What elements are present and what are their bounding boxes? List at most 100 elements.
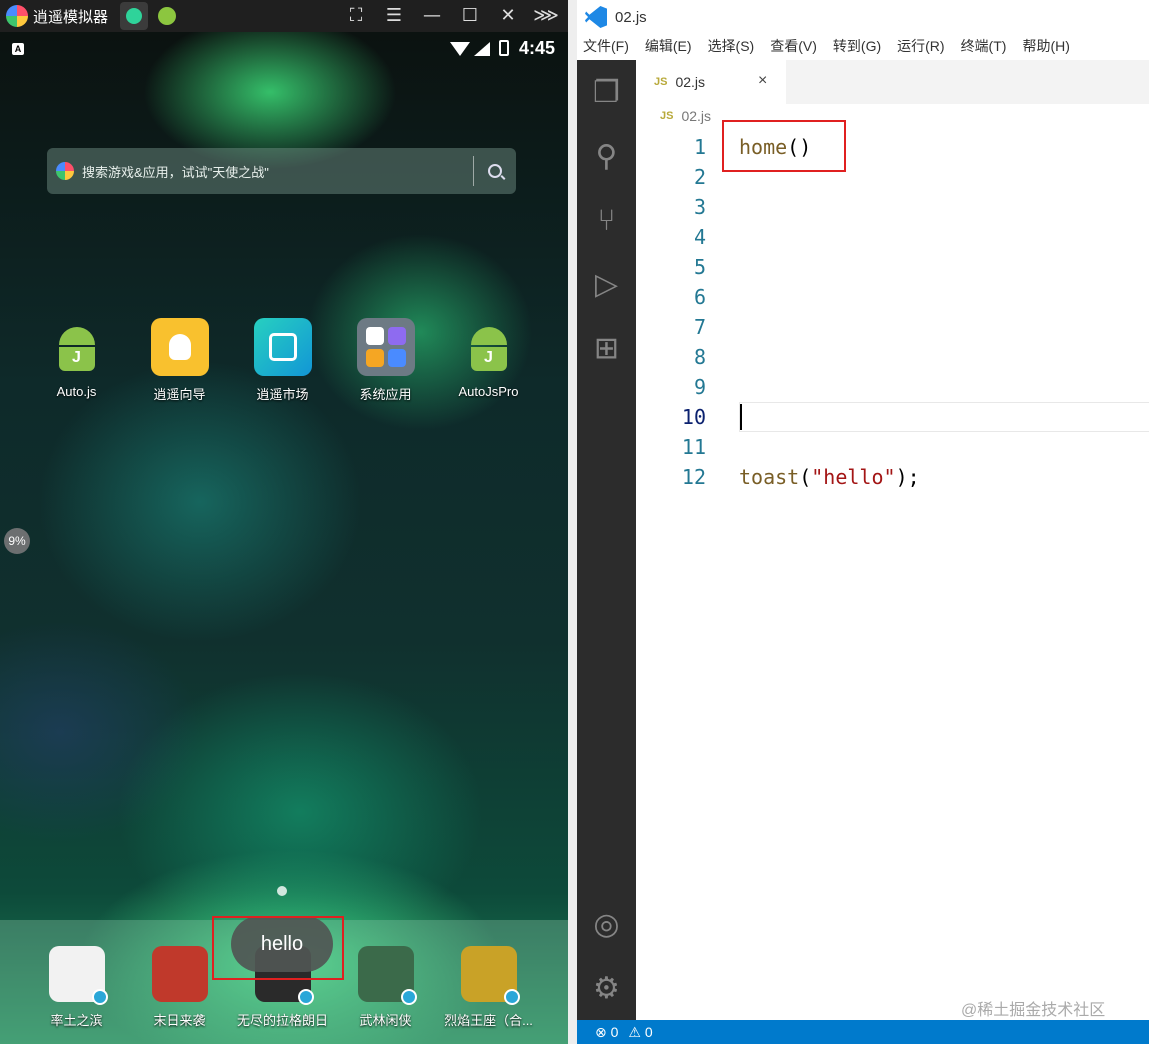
dock-label: 烈焰王座（合...: [444, 1013, 533, 1028]
app-market[interactable]: 逍遥市场: [231, 318, 334, 403]
menu-file[interactable]: 文件(F): [583, 36, 629, 62]
code-line-12: toast("hello");: [739, 465, 920, 489]
floating-progress-bubble[interactable]: 9%: [4, 528, 30, 554]
line-number: 8: [693, 345, 706, 369]
extensions-icon[interactable]: ⊞: [577, 316, 636, 380]
vscode-titlebar: 02.js: [577, 0, 1149, 34]
line-number: 6: [693, 285, 706, 309]
breadcrumb[interactable]: JS 02.js: [660, 108, 711, 124]
editor-tab-bar: JS 02.js ×: [636, 60, 1149, 104]
line-number: 7: [693, 315, 706, 339]
screenshot-root: 逍遥模拟器 ⛶ ☰ — ☐ ✕ ⋙ A 4:45 搜索游戏&应用，试试"天使之战…: [0, 0, 1149, 1044]
maximize-icon[interactable]: ☐: [456, 2, 484, 30]
search-placeholder: 搜索游戏&应用，试试"天使之战": [82, 164, 269, 180]
android-status-bar: A 4:45: [0, 32, 568, 66]
line-number: 11: [681, 435, 706, 459]
emulator-tab-home[interactable]: [120, 2, 149, 30]
dock-app[interactable]: 率土之滨: [25, 920, 128, 1044]
line-number: 2: [693, 165, 706, 189]
dock-app[interactable]: 武林闲侠: [334, 920, 437, 1044]
dock-label: 末日来袭: [153, 1013, 206, 1028]
tab-02js[interactable]: JS 02.js ×: [636, 60, 786, 104]
close-icon[interactable]: ×: [758, 72, 767, 90]
close-icon[interactable]: ✕: [494, 2, 522, 30]
app-autojspro[interactable]: J AutoJsPro: [437, 318, 540, 403]
dock-app[interactable]: 烈焰王座（合...: [437, 920, 540, 1044]
app-label: 系统应用: [359, 387, 412, 402]
emulator-titlebar: 逍遥模拟器 ⛶ ☰ — ☐ ✕ ⋙: [0, 0, 568, 32]
menu-run[interactable]: 运行(R): [897, 36, 944, 62]
game-icon: [357, 946, 417, 1005]
search-divider: [473, 156, 474, 186]
js-file-icon: JS: [654, 76, 668, 88]
search-icon[interactable]: ⚲: [577, 124, 636, 188]
minimize-icon[interactable]: —: [418, 2, 446, 30]
app-tab-icon: [126, 8, 143, 24]
menu-icon[interactable]: ☰: [380, 2, 408, 30]
current-line-highlight: [739, 402, 1149, 432]
search-logo-icon: [56, 162, 74, 180]
app-label: AutoJsPro: [458, 384, 519, 399]
tab-label: 02.js: [675, 74, 706, 90]
battery-icon: [499, 40, 509, 56]
emulator-logo-icon: [6, 5, 28, 27]
emulator-window-controls: ⛶ ☰ — ☐ ✕ ⋙: [342, 0, 560, 32]
vscode-window: 02.js 文件(F) 编辑(E) 选择(S) 查看(V) 转到(G) 运行(R…: [577, 0, 1149, 1044]
dock-label: 武林闲侠: [359, 1013, 412, 1028]
toast-highlight-box: [212, 916, 344, 980]
menu-selection[interactable]: 选择(S): [708, 36, 755, 62]
shopping-bag-icon: [253, 318, 312, 376]
account-icon[interactable]: ◎: [577, 892, 636, 956]
wifi-icon: [450, 42, 470, 56]
app-autojs[interactable]: J Auto.js: [25, 318, 128, 403]
watermark: @稀土掘金技术社区: [961, 1002, 1106, 1019]
line-number: 12: [681, 465, 706, 489]
text-cursor: [740, 404, 742, 430]
home-app-row: J Auto.js 逍遥向导 逍遥市场 系统应用 J AutoJsPro: [25, 318, 545, 403]
android-screen: A 4:45 搜索游戏&应用，试试"天使之战" J Auto.js 逍遥向导 逍…: [0, 32, 568, 1044]
lightbulb-icon: [150, 318, 209, 376]
warning-count[interactable]: ⚠ 0: [628, 1024, 652, 1041]
code-highlight-box: [722, 120, 846, 172]
menu-view[interactable]: 查看(V): [770, 36, 817, 62]
line-number: 3: [693, 195, 706, 219]
app-system-folder[interactable]: 系统应用: [334, 318, 437, 403]
fullscreen-icon[interactable]: ⛶: [342, 2, 370, 30]
emulator-window: 逍遥模拟器 ⛶ ☰ — ☐ ✕ ⋙ A 4:45 搜索游戏&应用，试试"天使之战…: [0, 0, 568, 1044]
expand-sidebar-icon[interactable]: ⋙: [532, 2, 560, 30]
app-label: 逍遥市场: [256, 387, 309, 402]
explorer-icon[interactable]: ❐: [577, 60, 636, 124]
error-count[interactable]: ⊗ 0: [595, 1024, 618, 1041]
settings-gear-icon[interactable]: ⚙: [577, 956, 636, 1020]
line-number: 5: [693, 255, 706, 279]
search-icon[interactable]: [488, 164, 502, 178]
vscode-logo-icon: [585, 6, 607, 28]
window-gap: [568, 0, 577, 1044]
status-bar: ⊗ 0 ⚠ 0: [577, 1020, 1149, 1044]
js-file-icon: JS: [660, 110, 674, 122]
activity-bar: ❐ ⚲ ⑂ ▷ ⊞ ◎ ⚙: [577, 60, 636, 1020]
signal-icon: [474, 42, 490, 56]
app-label: 逍遥向导: [153, 387, 206, 402]
android-icon: J: [48, 318, 106, 376]
status-clock: 4:45: [519, 38, 556, 58]
dock-label: 率土之滨: [50, 1013, 103, 1028]
menu-help[interactable]: 帮助(H): [1022, 36, 1069, 62]
notification-a-icon: A: [12, 43, 24, 55]
source-control-icon[interactable]: ⑂: [577, 188, 636, 252]
page-indicator: [277, 886, 287, 896]
breadcrumb-file: 02.js: [681, 108, 712, 124]
menu-bar: 文件(F) 编辑(E) 选择(S) 查看(V) 转到(G) 运行(R) 终端(T…: [577, 36, 1070, 62]
menu-go[interactable]: 转到(G): [833, 36, 881, 62]
game-icon: [460, 946, 520, 1005]
run-debug-icon[interactable]: ▷: [577, 252, 636, 316]
window-title: 02.js: [615, 8, 647, 26]
app-guide[interactable]: 逍遥向导: [128, 318, 231, 403]
home-search-bar[interactable]: 搜索游戏&应用，试试"天使之战": [47, 148, 516, 194]
code-editor[interactable]: 1 2 3 4 5 6 7 8 9 10 11 12 home() toast(…: [636, 132, 1149, 1018]
line-number: 9: [693, 375, 706, 399]
menu-edit[interactable]: 编辑(E): [645, 36, 692, 62]
emulator-tab-android-icon[interactable]: [158, 7, 177, 25]
app-label: Auto.js: [56, 384, 97, 399]
menu-terminal[interactable]: 终端(T): [961, 36, 1007, 62]
